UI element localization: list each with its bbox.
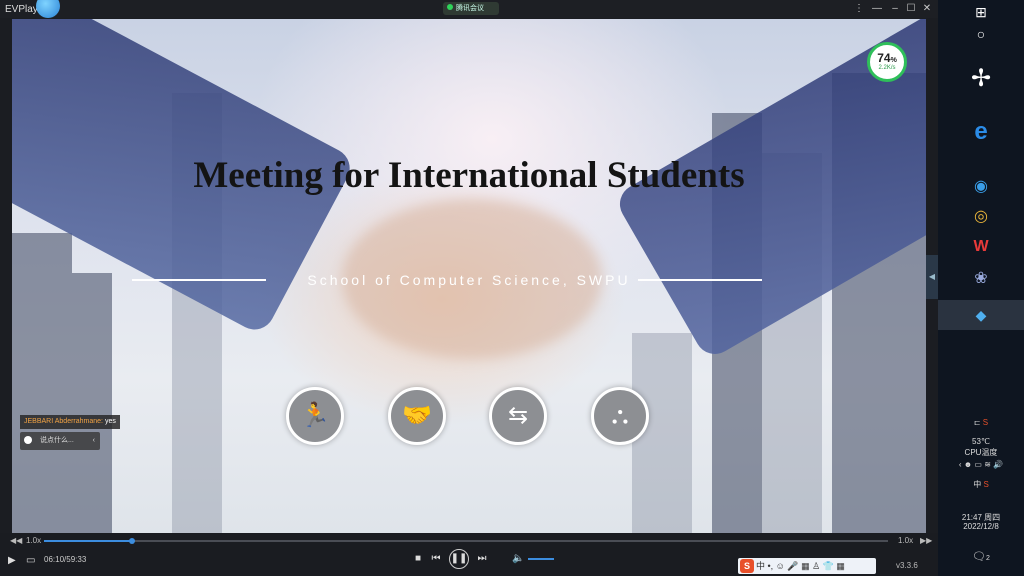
next-icon[interactable]: ⏭ [476, 551, 488, 567]
rewind-icon[interactable]: ◀◀ [10, 536, 22, 545]
live-dot-icon [447, 4, 453, 10]
pinwheel-icon[interactable]: ✢ [966, 64, 996, 94]
close-icon[interactable]: ✕ [920, 2, 934, 16]
cpu-temp: 53℃ [972, 437, 990, 446]
meeting-tag-label: 腾讯会议 [456, 5, 484, 12]
chat-text: yes [104, 418, 116, 425]
cpu-label: CPU温度 [964, 448, 998, 457]
network-speed-badge: 74% 2.2K/s [867, 42, 907, 82]
volume-icon[interactable]: 🔈 [512, 551, 524, 567]
wps-icon[interactable]: W [966, 238, 996, 268]
prev-icon[interactable]: ⏮ [430, 551, 442, 567]
divider-right [638, 279, 762, 281]
speed-left[interactable]: 1.0x [26, 536, 41, 545]
chrome-icon[interactable]: ◎ [966, 206, 996, 236]
time-display: 06:10/59:33 [44, 555, 87, 564]
progress-fill [44, 540, 132, 542]
progress-knob[interactable] [128, 538, 135, 544]
slide-headline: Meeting for International Students [193, 155, 745, 196]
search-icon[interactable]: ○ [966, 26, 996, 56]
notification-icon[interactable]: 🗨2 [938, 550, 1024, 563]
org-chart-icon: ⛬ [591, 387, 649, 445]
ime-toolbar[interactable]: S中 •, ☺ 🎤 ▦ ♙ 👕 ▦ [738, 558, 876, 574]
chat-message: JEBBARI Abderrahmane: yes [20, 415, 120, 429]
chat-placeholder: 说点什么... [39, 437, 74, 444]
meeting-indicator[interactable]: 腾讯会议 [443, 2, 499, 15]
tray-icons[interactable]: ‹ ☻ ▭ ≋ 🔊 [938, 460, 1024, 469]
network-percent: 74% [877, 51, 897, 65]
sogou-tray-icon[interactable]: S [983, 418, 988, 427]
handshake-icon: 🤝 [388, 387, 446, 445]
tencent-meeting-icon[interactable]: ◆ [938, 300, 1024, 330]
chat-sender: JEBBARI Abderrahmane: [24, 418, 103, 425]
taskbar: ⊞ ○ ✢ e ◉ ◎ W ❀ ◆ ⊏ S 53℃ CPU温度 ‹ ☻ ▭ ≋ … [938, 0, 1024, 576]
more-menu-icon[interactable]: ⋮ [852, 2, 866, 16]
ie-icon[interactable]: e [966, 118, 996, 148]
tray-row: ⊏ S [973, 418, 989, 427]
ime-lang: 中 [756, 561, 766, 571]
tray-ime[interactable]: 中 S [938, 479, 1024, 490]
collapse-panel-handle[interactable]: ◀ [926, 255, 938, 299]
pin-icon[interactable]: — [870, 2, 884, 16]
subtitle-icon[interactable]: ▭ [26, 553, 35, 569]
signpost-icon: ⇆ [489, 387, 547, 445]
network-speed: 2.2K/s [878, 65, 896, 71]
play-icon[interactable]: ▶ [8, 553, 16, 569]
speed-right[interactable]: 1.0x [898, 536, 913, 545]
clock-date[interactable]: 2022/12/8 [938, 522, 1024, 531]
slide-subtitle: School of Computer Science, SWPU [307, 272, 631, 288]
version-label: v3.3.6 [896, 561, 918, 570]
maximize-icon[interactable]: ☐ [904, 2, 918, 16]
pause-icon[interactable]: ❚❚ [449, 549, 469, 569]
flower-icon[interactable]: ❀ [966, 268, 996, 298]
progress-bar[interactable] [44, 538, 888, 544]
emoji-icon[interactable] [24, 436, 32, 445]
chat-input[interactable]: 说点什么... ‹ [20, 432, 100, 450]
bg-building [72, 273, 112, 533]
volume-slider[interactable] [528, 558, 554, 560]
minimize-icon[interactable]: – [888, 2, 902, 16]
forward-icon[interactable]: ▶▶ [920, 536, 932, 545]
chevron-left-icon[interactable]: ‹ [93, 432, 95, 450]
evplayer-window: EVPlayer 腾讯会议 ⋮ — – ☐ ✕ Meeting for Inte… [0, 0, 1024, 576]
app-logo-icon [36, 0, 60, 18]
title-bar: EVPlayer 腾讯会议 ⋮ — – ☐ ✕ [0, 0, 938, 18]
running-person-icon: 🏃 [286, 387, 344, 445]
video-frame[interactable]: Meeting for International Students Schoo… [12, 19, 926, 533]
edge-icon[interactable]: ◉ [966, 176, 996, 206]
ime-tools-icon[interactable]: •, ☺ 🎤 ▦ ♙ 👕 ▦ [768, 561, 845, 571]
stop-icon[interactable]: ■ [412, 551, 424, 567]
sogou-icon: S [740, 559, 754, 573]
